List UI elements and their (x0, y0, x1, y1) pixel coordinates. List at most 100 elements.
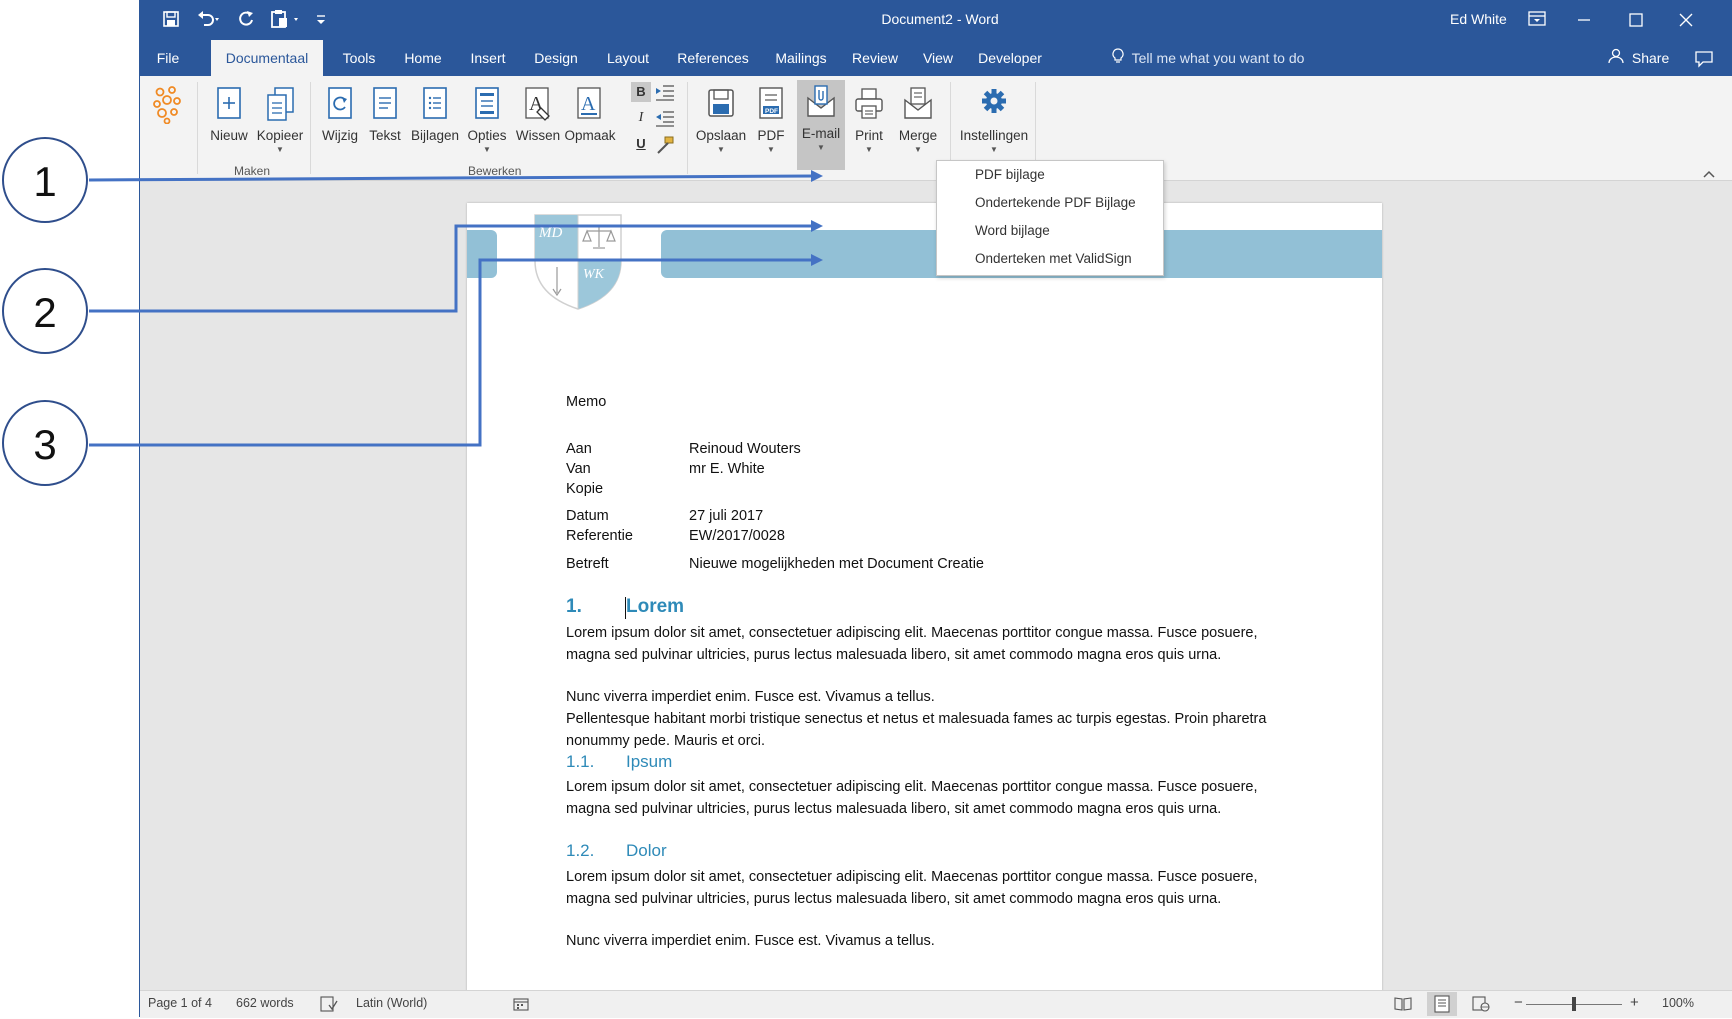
wijzig-button[interactable]: Wijzig (318, 82, 362, 168)
kopieer-button[interactable]: Kopieer ▼ (254, 82, 306, 168)
text-document-icon (370, 86, 400, 122)
merge-label: Merge (898, 128, 938, 143)
field-label-referentie: Referentie (566, 528, 633, 544)
format-text-icon: A (575, 86, 605, 122)
group-label-maken: Maken (234, 164, 271, 178)
share-button[interactable]: Share (1608, 40, 1669, 76)
document-page[interactable]: MD WK Memo Aan Reinoud Wouters Van mr E.… (467, 203, 1382, 990)
merge-button[interactable]: Merge ▼ (893, 82, 943, 168)
minimize-icon[interactable] (1576, 12, 1592, 28)
email-button[interactable]: E-mail ▼ (797, 80, 845, 170)
heading-2-number: 1.2. (566, 841, 595, 860)
opmaak-label: Opmaak (564, 128, 616, 143)
customize-toolbar-icon[interactable] (314, 12, 328, 26)
tab-mailings[interactable]: Mailings (770, 40, 832, 76)
menu-item-pdf-bijlage[interactable]: PDF bijlage (975, 167, 1045, 182)
callout-1: 1 (2, 137, 88, 223)
menu-item-onderteken-met-validsign[interactable]: Onderteken met ValidSign (975, 251, 1132, 266)
macro-recording-icon[interactable] (513, 996, 529, 1012)
new-document-icon (214, 86, 244, 122)
redo-icon[interactable] (236, 9, 256, 29)
page-count[interactable]: Page 1 of 4 (148, 996, 212, 1010)
menu-item-word-bijlage[interactable]: Word bijlage (975, 223, 1050, 238)
print-label: Print (855, 128, 883, 143)
user-name[interactable]: Ed White (1450, 0, 1507, 38)
italic-button[interactable]: I (631, 108, 651, 128)
close-icon[interactable] (1678, 12, 1694, 28)
tab-layout[interactable]: Layout (600, 40, 656, 76)
zoom-level[interactable]: 100% (1662, 996, 1694, 1010)
chevron-down-icon: ▼ (276, 145, 284, 154)
tab-review[interactable]: Review (848, 40, 902, 76)
field-value-van: mr E. White (689, 461, 765, 477)
header-band-left (467, 230, 497, 278)
pdf-button[interactable]: PDF PDF ▼ (751, 82, 791, 168)
tekst-label: Tekst (369, 128, 401, 143)
word-window: Document2 - Word Ed White File Documenta… (139, 0, 1732, 1018)
language[interactable]: Latin (World) (356, 996, 427, 1010)
maximize-icon[interactable] (1628, 12, 1644, 28)
nieuw-button[interactable]: Nieuw (206, 82, 252, 168)
zoom-in-button[interactable]: + (1630, 994, 1639, 1011)
opslaan-button[interactable]: Opslaan ▼ (693, 82, 749, 168)
bijlagen-label: Bijlagen (410, 128, 460, 143)
clipboard-icon[interactable] (270, 9, 304, 29)
ribbon-display-options-icon[interactable] (1528, 11, 1546, 27)
tab-file[interactable]: File (148, 40, 188, 76)
copy-document-icon (265, 86, 295, 122)
opties-button[interactable]: Opties ▼ (464, 82, 510, 168)
logo: MD WK (533, 211, 623, 311)
tab-developer[interactable]: Developer (974, 40, 1046, 76)
instellingen-button[interactable]: Instellingen ▼ (956, 82, 1032, 168)
undo-icon[interactable] (196, 9, 222, 29)
indent-increase-icon[interactable] (655, 84, 675, 102)
field-label-aan: Aan (566, 441, 592, 457)
print-layout-icon[interactable] (1427, 992, 1457, 1016)
wissen-button[interactable]: A Wissen (514, 82, 562, 168)
save-icon[interactable] (162, 10, 180, 28)
heading-1-number: 1. (566, 596, 582, 617)
web-layout-icon[interactable] (1472, 996, 1490, 1012)
tekst-button[interactable]: Tekst (364, 82, 406, 168)
collapse-ribbon-icon[interactable] (1703, 166, 1715, 178)
tell-me-text: Tell me what you want to do (1131, 50, 1305, 66)
tell-me-box[interactable]: Tell me what you want to do (1112, 40, 1304, 76)
tab-view[interactable]: View (918, 40, 958, 76)
zoom-slider-track[interactable] (1526, 997, 1622, 1011)
tab-documentaal[interactable]: Documentaal (211, 40, 323, 76)
field-value-betreft: Nieuwe mogelijkheden met Document Creati… (689, 556, 984, 572)
menu-item-ondertekende-pdf-bijlage[interactable]: Ondertekende PDF Bijlage (975, 195, 1136, 210)
comments-icon[interactable] (1694, 50, 1714, 68)
svg-text:A: A (581, 93, 596, 115)
zoom-slider-thumb[interactable] (1572, 997, 1576, 1011)
paragraph: Nunc viverra imperdiet enim. Fusce est. … (566, 933, 935, 949)
indent-decrease-icon[interactable] (655, 110, 675, 128)
read-mode-icon[interactable] (1394, 996, 1412, 1012)
tab-tools[interactable]: Tools (336, 40, 382, 76)
clear-format-icon: A (523, 86, 553, 122)
bijlagen-button[interactable]: Bijlagen (408, 82, 462, 168)
window-title: Document2 - Word (881, 11, 999, 27)
paragraph: Lorem ipsum dolor sit amet, consectetuer… (566, 625, 1258, 663)
logo-initials-top: MD (539, 225, 563, 241)
tab-home[interactable]: Home (398, 40, 448, 76)
memo-title: Memo (566, 394, 607, 410)
format-painter-icon[interactable] (655, 136, 675, 154)
chevron-down-icon: ▼ (914, 145, 922, 154)
underline-button[interactable]: U (631, 134, 651, 154)
print-button[interactable]: Print ▼ (847, 82, 891, 168)
tab-insert[interactable]: Insert (464, 40, 512, 76)
word-count[interactable]: 662 words (236, 996, 294, 1010)
heading-2-title: Dolor (626, 841, 667, 860)
opties-label: Opties (467, 128, 507, 143)
opmaak-button[interactable]: A Opmaak (564, 82, 616, 168)
bold-button[interactable]: B (631, 82, 651, 102)
tab-references[interactable]: References (672, 40, 754, 76)
ribbon-separator (687, 82, 688, 174)
tab-design[interactable]: Design (528, 40, 584, 76)
instellingen-label: Instellingen (959, 128, 1029, 143)
chevron-down-icon: ▼ (717, 145, 725, 154)
share-label: Share (1631, 50, 1670, 66)
proofing-icon[interactable] (320, 996, 338, 1012)
zoom-out-button[interactable]: − (1514, 994, 1523, 1011)
